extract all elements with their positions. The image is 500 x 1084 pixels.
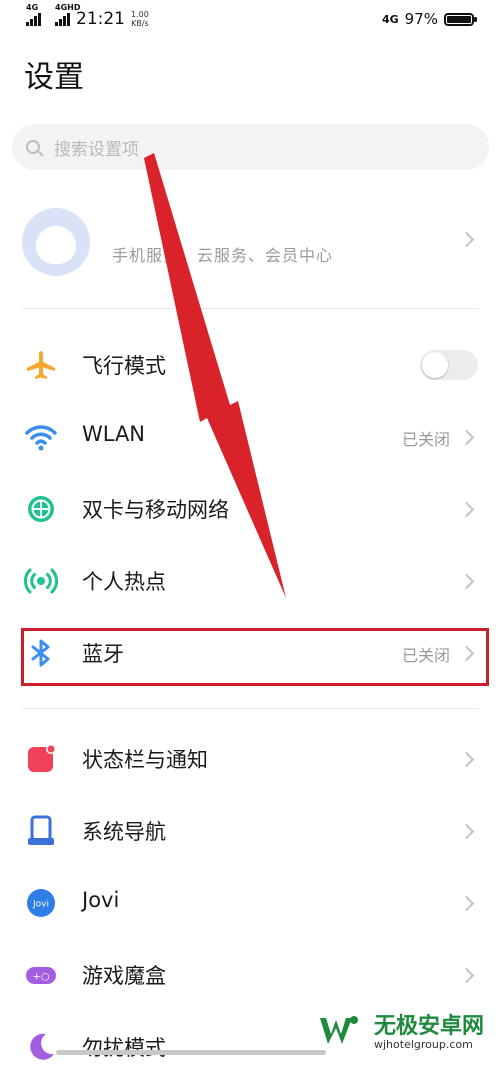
battery-icon [444, 12, 477, 26]
network-type-label: 4G [381, 12, 399, 26]
navigation-icon [28, 815, 54, 845]
chevron-right-icon [458, 895, 475, 912]
network-speed: 1.00 KB/s [131, 10, 149, 28]
setting-row-jovi[interactable]: Jovi Jovi [0, 868, 500, 940]
moon-icon [30, 1033, 54, 1060]
divider [22, 708, 478, 709]
watermark-title: 无极安卓网 [374, 1014, 485, 1039]
watermark-url: wjhotelgroup.com [374, 1038, 473, 1051]
avatar [22, 208, 90, 276]
account-entry[interactable]: 手机服务、云服务、会员中心 [0, 198, 500, 290]
globe-icon [28, 496, 54, 522]
divider [22, 308, 478, 309]
gamepad-icon: +○ [26, 967, 56, 984]
setting-row-statusbar-notifications[interactable]: 状态栏与通知 [0, 724, 500, 796]
setting-label: 系统导航 [82, 820, 166, 844]
signal-icon: 4G [26, 3, 41, 26]
svg-text:+○: +○ [32, 972, 49, 983]
setting-value: 已关闭 [401, 430, 450, 449]
setting-label: WLAN [82, 422, 146, 446]
notification-icon [28, 744, 56, 772]
page-title: 设置 [24, 60, 84, 95]
wifi-icon [25, 425, 57, 451]
chevron-right-icon [458, 429, 475, 446]
setting-row-dual-sim[interactable]: 双卡与移动网络 [0, 474, 500, 546]
svg-text:Jovi: Jovi [32, 900, 49, 910]
account-label: 手机服务、云服务、会员中心 [112, 246, 334, 265]
chevron-right-icon [458, 823, 475, 840]
setting-label: 游戏魔盒 [82, 964, 166, 988]
setting-row-hotspot[interactable]: 个人热点 [0, 546, 500, 618]
hotspot-icon [24, 568, 58, 594]
chevron-right-icon [458, 967, 475, 984]
setting-label: 状态栏与通知 [82, 748, 208, 772]
setting-label: 飞行模式 [82, 354, 166, 378]
airplane-icon [27, 351, 55, 379]
battery-percent: 97% [404, 10, 438, 28]
airplane-toggle[interactable] [420, 350, 478, 380]
signal-hd-icon: 4GHD [55, 3, 80, 26]
setting-row-airplane[interactable]: 飞行模式 [0, 330, 500, 402]
chevron-right-icon [458, 751, 475, 768]
jovi-icon: Jovi [27, 889, 55, 917]
setting-label: Jovi [82, 888, 120, 912]
highlight-box [21, 628, 489, 686]
watermark: 无极安卓网 wjhotelgroup.com [312, 1002, 500, 1057]
setting-label: 个人热点 [82, 570, 166, 594]
setting-label: 勿扰模式 [82, 1036, 166, 1060]
chevron-right-icon [458, 573, 475, 590]
search-input[interactable]: 搜索设置项 [12, 124, 489, 170]
search-icon [26, 140, 40, 154]
clock: 21:21 [76, 9, 125, 29]
watermark-logo-icon [320, 1016, 358, 1044]
status-bar: 4G 4GHD 21:21 1.00 KB/s 4G 97% [0, 0, 500, 38]
chevron-right-icon [458, 231, 475, 248]
setting-row-wlan[interactable]: WLAN 已关闭 [0, 402, 500, 474]
setting-label: 双卡与移动网络 [82, 498, 229, 522]
home-indicator[interactable] [56, 1050, 326, 1055]
search-placeholder: 搜索设置项 [54, 139, 139, 160]
chevron-right-icon [458, 501, 475, 518]
setting-row-navigation[interactable]: 系统导航 [0, 796, 500, 868]
